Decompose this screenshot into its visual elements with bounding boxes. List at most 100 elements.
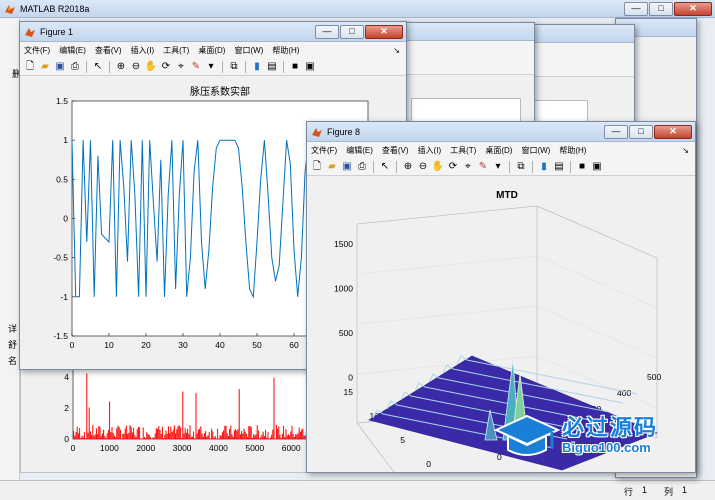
x-tick-label: 4000: [209, 443, 228, 453]
grid-line: [536, 255, 658, 309]
colorbar-icon[interactable]: ▮: [251, 61, 263, 73]
brush-icon[interactable]: ✎: [190, 61, 202, 73]
menu-file[interactable]: 文件(F): [311, 145, 337, 156]
zoom-in-icon[interactable]: ⊕: [402, 161, 414, 173]
menu-edit[interactable]: 编辑(E): [346, 145, 373, 156]
data-cursor-icon[interactable]: ⌖: [462, 161, 474, 173]
close-button[interactable]: ✕: [674, 1, 712, 16]
watermark-cn: 必过源码: [562, 415, 659, 440]
rotate-3d-icon[interactable]: ⟳: [160, 61, 172, 73]
y-tick-label: 1.5: [56, 96, 68, 106]
brush-icon[interactable]: ✎: [477, 161, 489, 173]
rotate-3d-icon[interactable]: ⟳: [447, 161, 459, 173]
matlab-logo-icon: [24, 26, 36, 38]
colorbar-icon[interactable]: ▮: [538, 161, 550, 173]
menu-help[interactable]: 帮助(H): [559, 145, 586, 156]
dropdown-arrow-icon[interactable]: ▾: [492, 161, 504, 173]
grid-line: [356, 305, 538, 325]
new-figure-icon[interactable]: 🗋: [24, 61, 36, 73]
hide-plot-tools-icon[interactable]: ■: [576, 161, 588, 173]
link-plot-icon[interactable]: ⧉: [515, 161, 527, 173]
x-tick-label: 20: [141, 340, 151, 350]
axis-box-edge: [356, 422, 398, 477]
hide-plot-tools-icon[interactable]: ■: [289, 61, 301, 73]
y-tick-label: 0: [63, 214, 68, 224]
z-tick-label: 0: [348, 373, 353, 383]
menu-pin-icon[interactable]: ↘: [682, 146, 689, 155]
figure-1-titlebar: Figure 1 — □ ✕: [20, 22, 406, 42]
y-tick-label: 0: [64, 434, 69, 444]
menu-pin-icon[interactable]: ↘: [393, 46, 400, 55]
pan-hand-icon[interactable]: ✋: [432, 161, 444, 173]
bg-fragment-4: 名: [8, 356, 18, 366]
open-file-icon[interactable]: ▰: [39, 61, 51, 73]
status-col-label: 列: [664, 487, 674, 497]
zoom-out-icon[interactable]: ⊖: [417, 161, 429, 173]
figure-8-toolbar: 🗋 ▰ ▣ ⎙ ↖ ⊕ ⊖ ✋ ⟳ ⌖ ✎ ▾ ⧉ ▮ ▤ ■ ▣: [307, 158, 695, 176]
maximize-button[interactable]: □: [340, 24, 364, 39]
matlab-logo-icon: [4, 3, 16, 15]
close-button[interactable]: ✕: [365, 24, 403, 39]
menu-view[interactable]: 查看(V): [95, 45, 122, 56]
figure-1-controls: — □ ✕: [315, 24, 403, 39]
dropdown-arrow-icon[interactable]: ▾: [205, 61, 217, 73]
show-plot-tools-icon[interactable]: ▣: [591, 161, 603, 173]
menu-tools[interactable]: 工具(T): [450, 145, 476, 156]
menu-insert[interactable]: 插入(I): [131, 45, 155, 56]
y-tick-label: 2: [64, 403, 69, 413]
chart-title: MTD: [496, 190, 518, 201]
menu-file[interactable]: 文件(F): [24, 45, 50, 56]
new-figure-icon[interactable]: 🗋: [311, 161, 323, 173]
watermark-en: Biguo100.com: [562, 440, 651, 455]
menu-desktop[interactable]: 桌面(D): [485, 145, 512, 156]
zoom-in-icon[interactable]: ⊕: [115, 61, 127, 73]
save-icon[interactable]: ▣: [341, 161, 353, 173]
menu-insert[interactable]: 插入(I): [418, 145, 442, 156]
link-plot-icon[interactable]: ⧉: [228, 61, 240, 73]
edit-plot-arrow-icon[interactable]: ↖: [379, 161, 391, 173]
figure-1-title: Figure 1: [40, 26, 74, 37]
minimize-button[interactable]: —: [604, 124, 628, 139]
legend-icon[interactable]: ▤: [553, 161, 565, 173]
menu-help[interactable]: 帮助(H): [272, 45, 299, 56]
x-tick-label: 1000: [100, 443, 119, 453]
x-tick-label: 60: [289, 340, 299, 350]
menu-edit[interactable]: 编辑(E): [59, 45, 86, 56]
show-plot-tools-icon[interactable]: ▣: [304, 61, 316, 73]
data-cursor-icon[interactable]: ⌖: [175, 61, 187, 73]
minimize-button[interactable]: —: [624, 1, 648, 16]
zoom-out-icon[interactable]: ⊖: [130, 61, 142, 73]
x-tick-label: 6000: [282, 443, 301, 453]
z-tick-label: 1500: [334, 239, 353, 249]
save-icon[interactable]: ▣: [54, 61, 66, 73]
menu-window[interactable]: 窗口(W): [234, 45, 263, 56]
x-tick-label: 3000: [173, 443, 192, 453]
open-file-icon[interactable]: ▰: [326, 161, 338, 173]
maximize-button[interactable]: □: [629, 124, 653, 139]
main-left-panel: [0, 18, 20, 484]
y-tick-label: 5: [400, 435, 405, 445]
y-tick-label: 0.5: [56, 174, 68, 184]
print-icon[interactable]: ⎙: [69, 61, 81, 73]
menu-window[interactable]: 窗口(W): [521, 145, 550, 156]
minimize-button[interactable]: —: [315, 24, 339, 39]
menu-tools[interactable]: 工具(T): [163, 45, 189, 56]
pan-hand-icon[interactable]: ✋: [145, 61, 157, 73]
figure-1-toolbar: 🗋 ▰ ▣ ⎙ ↖ ⊕ ⊖ ✋ ⟳ ⌖ ✎ ▾ ⧉ ▮ ▤ ■ ▣: [20, 58, 406, 76]
menu-desktop[interactable]: 桌面(D): [198, 45, 225, 56]
bg-figure-red-chart[interactable]: 4 2 0 0 1000 2000 3000 4000 5000 6000: [20, 358, 320, 473]
x-tick-label: 500: [647, 372, 661, 382]
figure-8-menubar: 文件(F) 编辑(E) 查看(V) 插入(I) 工具(T) 桌面(D) 窗口(W…: [307, 142, 695, 158]
y-tick-label: 15: [344, 387, 354, 397]
print-icon[interactable]: ⎙: [356, 161, 368, 173]
x-tick-label: 0: [70, 340, 75, 350]
edit-plot-arrow-icon[interactable]: ↖: [92, 61, 104, 73]
menu-view[interactable]: 查看(V): [382, 145, 409, 156]
legend-icon[interactable]: ▤: [266, 61, 278, 73]
maximize-button[interactable]: □: [649, 1, 673, 16]
x-tick-label: 0: [71, 443, 76, 453]
y-tick-label: 1: [63, 135, 68, 145]
close-button[interactable]: ✕: [654, 124, 692, 139]
figure-1-menubar: 文件(F) 编辑(E) 查看(V) 插入(I) 工具(T) 桌面(D) 窗口(W…: [20, 42, 406, 58]
app-title: MATLAB R2018a: [20, 3, 90, 14]
